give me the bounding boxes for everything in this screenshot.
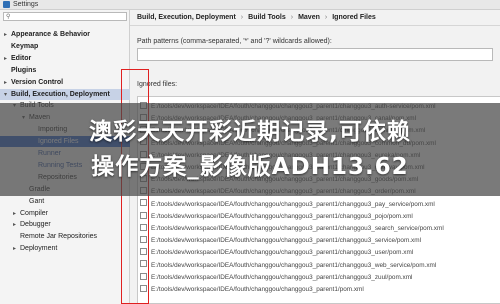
ignored-files-label: Ignored files: xyxy=(137,81,178,88)
ignored-file-row[interactable]: E:/tools/dev/workspace/IDEA/fouth/changg… xyxy=(138,248,500,258)
breadcrumb: Build, Execution, Deployment › Build Tools… xyxy=(137,13,376,23)
sidebar-item-label: Compiler xyxy=(20,209,49,217)
path-patterns-input[interactable] xyxy=(137,48,493,61)
window-title: Settings xyxy=(13,1,39,8)
sidebar-item-label: Editor xyxy=(11,54,32,62)
ignored-file-path: E:/tools/dev/workspace/IDEA/fouth/changg… xyxy=(151,212,413,220)
sidebar-item-label: Version Control xyxy=(11,78,64,86)
chevron-right-icon[interactable]: ▸ xyxy=(13,209,20,220)
breadcrumb-item[interactable]: Build, Execution, Deployment xyxy=(137,14,236,21)
ignored-file-path: E:/tools/dev/workspace/IDEA/fouth/changg… xyxy=(151,200,435,208)
ignored-file-checkbox[interactable] xyxy=(140,272,147,280)
sidebar-item-debugger[interactable]: ▸ Debugger xyxy=(0,219,130,230)
sidebar-item-remote-jar-repositories[interactable]: Remote Jar Repositories xyxy=(0,231,130,242)
app-icon xyxy=(3,1,10,8)
ignored-file-path: E:/tools/dev/workspace/IDEA/fouth/changg… xyxy=(151,225,444,232)
ignored-file-path: E:/tools/dev/workspace/IDEA/fouth/changg… xyxy=(151,286,364,293)
sidebar-item-editor[interactable]: ▸ Editor xyxy=(0,53,130,64)
breadcrumb-separator-icon: › xyxy=(324,14,328,21)
ignored-file-path: E:/tools/dev/workspace/IDEA/fouth/changg… xyxy=(151,273,413,281)
ignored-file-checkbox[interactable] xyxy=(140,248,147,256)
watermark-overlay-band: 澳彩天天开彩近期记录,可依赖 操作方案_影像版ADH13.62 xyxy=(0,103,500,196)
ignored-file-row[interactable]: E:/tools/dev/workspace/IDEA/fouth/changg… xyxy=(138,211,500,222)
sidebar-item-appearance-behavior[interactable]: ▸ Appearance & Behavior xyxy=(0,29,130,40)
window-titlebar: Settings xyxy=(0,0,500,10)
ignored-file-row[interactable]: E:/tools/dev/workspace/IDEA/fouth/changg… xyxy=(138,260,500,271)
sidebar-item-label: Plugins xyxy=(11,66,37,74)
ignored-file-checkbox[interactable] xyxy=(140,236,147,243)
ignored-file-path: E:/tools/dev/workspace/IDEA/fouth/changg… xyxy=(151,261,437,269)
sidebar-item-build-execution-deployment[interactable]: ▾ Build, Execution, Deployment xyxy=(0,88,130,101)
breadcrumb-item[interactable]: Build Tools xyxy=(248,14,286,21)
breadcrumb-item[interactable]: Maven xyxy=(298,14,320,21)
sidebar-item-version-control[interactable]: ▸ Version Control xyxy=(0,77,130,88)
breadcrumb-separator-icon: › xyxy=(290,14,294,21)
path-patterns-label: Path patterns (comma-separated, '*' and … xyxy=(137,38,332,45)
sidebar-item-plugins[interactable]: Plugins xyxy=(0,65,130,76)
sidebar-item-keymap[interactable]: Keymap xyxy=(0,41,130,52)
sidebar-item-label: Deployment xyxy=(20,245,58,253)
ignored-file-row[interactable]: E:/tools/dev/workspace/IDEA/fouth/changg… xyxy=(138,223,500,234)
ignored-file-row[interactable]: E:/tools/dev/workspace/IDEA/fouth/changg… xyxy=(138,199,500,210)
sidebar-item-label: Keymap xyxy=(11,42,39,50)
ignored-file-checkbox[interactable] xyxy=(140,284,147,292)
sidebar-item-deployment[interactable]: ▸ Deployment xyxy=(0,243,130,254)
chevron-right-icon[interactable]: ▸ xyxy=(4,54,11,65)
sidebar-item-compiler[interactable]: ▸ Compiler xyxy=(0,208,130,219)
settings-search-input[interactable]: ⚲ xyxy=(3,12,127,21)
sidebar-item-label: Remote Jar Repositories xyxy=(20,233,98,241)
search-icon: ⚲ xyxy=(6,14,11,20)
chevron-right-icon[interactable]: ▸ xyxy=(4,30,11,41)
ignored-file-checkbox[interactable] xyxy=(140,199,147,207)
overlay-text-line1: 澳彩天天开彩近期记录,可依赖 xyxy=(89,119,411,145)
breadcrumb-item: Ignored Files xyxy=(332,14,376,21)
ignored-file-checkbox[interactable] xyxy=(140,260,147,268)
chevron-right-icon[interactable]: ▸ xyxy=(13,220,20,231)
sidebar-item-label: Gant xyxy=(29,197,45,205)
chevron-down-icon[interactable]: ▾ xyxy=(4,90,11,101)
ignored-file-path: E:/tools/dev/workspace/IDEA/fouth/changg… xyxy=(151,237,421,245)
sidebar-item-label: Appearance & Behavior xyxy=(11,31,90,38)
ignored-file-row[interactable]: E:/tools/dev/workspace/IDEA/fouth/changg… xyxy=(138,284,500,295)
divider xyxy=(130,25,500,26)
ignored-file-checkbox[interactable] xyxy=(140,211,147,219)
ignored-file-row[interactable]: E:/tools/dev/workspace/IDEA/fouth/changg… xyxy=(138,236,500,246)
chevron-right-icon[interactable]: ▸ xyxy=(4,78,11,89)
chevron-right-icon[interactable]: ▸ xyxy=(13,244,20,255)
ignored-file-path: E:/tools/dev/workspace/IDEA/fouth/changg… xyxy=(151,249,414,257)
sidebar-item-label: Debugger xyxy=(20,221,51,229)
sidebar-item-gant[interactable]: Gant xyxy=(0,196,130,207)
sidebar-item-label: Build, Execution, Deployment xyxy=(11,90,110,98)
breadcrumb-separator-icon: › xyxy=(240,14,244,21)
ignored-file-checkbox[interactable] xyxy=(140,223,147,231)
overlay-text-line2: 操作方案_影像版ADH13.62 xyxy=(91,154,409,180)
ignored-file-row[interactable]: E:/tools/dev/workspace/IDEA/fouth/changg… xyxy=(138,272,500,283)
